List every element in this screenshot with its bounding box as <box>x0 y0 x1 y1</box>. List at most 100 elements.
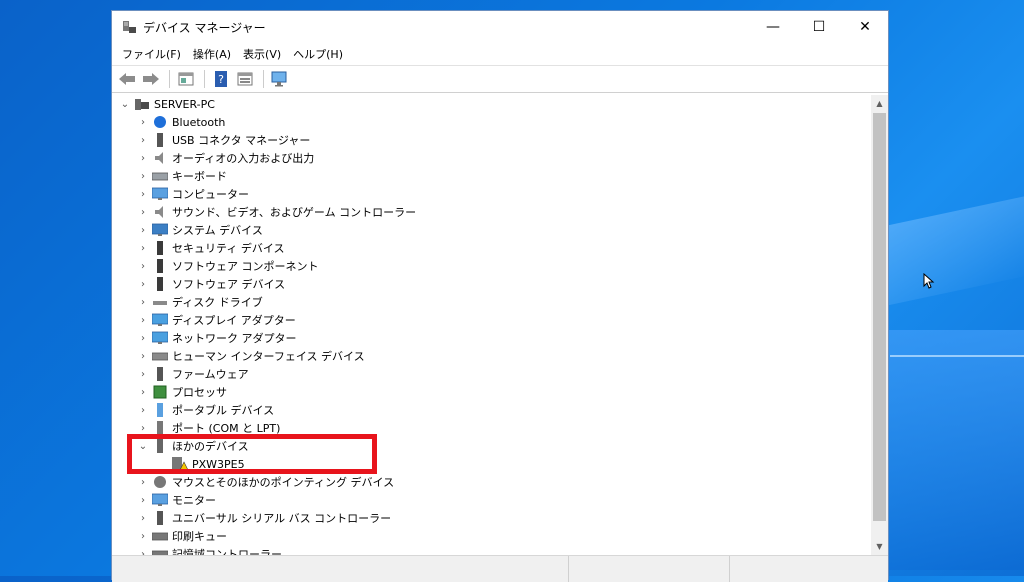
computer-icon <box>135 99 149 110</box>
tree-category-item[interactable]: › ディスク ドライブ <box>112 293 872 311</box>
menu-view[interactable]: 表示(V) <box>237 46 287 62</box>
monitor-icon <box>152 493 168 506</box>
expand-chevron-icon[interactable]: › <box>136 513 150 524</box>
tree-category-item[interactable]: › USB コネクタ マネージャー <box>112 131 872 149</box>
properties-button[interactable] <box>175 68 197 90</box>
tree-root-label: SERVER-PC <box>154 97 215 111</box>
help-button[interactable]: ? <box>210 68 232 90</box>
scroll-up-arrow-icon[interactable]: ▲ <box>871 95 888 112</box>
expand-chevron-icon[interactable]: › <box>136 369 150 380</box>
back-button[interactable] <box>116 68 138 90</box>
tree-category-item[interactable]: › モニター <box>112 491 872 509</box>
tree-category-item[interactable]: › ソフトウェア コンポーネント <box>112 257 872 275</box>
expand-chevron-icon[interactable]: › <box>136 315 150 326</box>
device-manager-window: デバイス マネージャー — ☐ ✕ ファイル(F) 操作(A) 表示(V) ヘル… <box>111 10 889 582</box>
expand-chevron-icon[interactable]: › <box>136 351 150 362</box>
expand-chevron-icon[interactable]: › <box>136 153 150 164</box>
tree-category-item[interactable]: › オーディオの入力および出力 <box>112 149 872 167</box>
expand-chevron-icon[interactable]: › <box>136 279 150 290</box>
device-tree: ⌄ SERVER-PC › Bluetooth › USB コネクタ マネージャー › オ… <box>112 95 872 555</box>
menu-action[interactable]: 操作(A) <box>187 46 237 62</box>
menu-file[interactable]: ファイル(F) <box>116 46 187 62</box>
expand-chevron-icon[interactable]: › <box>136 477 150 488</box>
svg-text:?: ? <box>218 73 224 86</box>
expand-chevron-icon[interactable]: › <box>136 171 150 182</box>
expand-chevron-icon[interactable]: › <box>136 135 150 146</box>
scroll-down-arrow-icon[interactable]: ▼ <box>871 538 888 555</box>
expand-chevron-icon[interactable]: › <box>136 495 150 506</box>
tree-category-item[interactable]: › プロセッサ <box>112 383 872 401</box>
expand-chevron-icon[interactable]: › <box>136 405 150 416</box>
tree-category-item[interactable]: › キーボード <box>112 167 872 185</box>
computer-icon <box>152 187 168 200</box>
software-icon <box>157 277 163 291</box>
tree-category-item[interactable]: › 印刷キュー <box>112 527 872 545</box>
tree-item-label: Bluetooth <box>172 115 226 129</box>
system-icon <box>152 223 168 236</box>
tree-category-item[interactable]: › ヒューマン インターフェイス デバイス <box>112 347 872 365</box>
tree-category-item[interactable]: › 記憶域コントローラー <box>112 545 872 555</box>
tree-item-label: キーボード <box>172 170 227 183</box>
speaker-icon <box>155 206 163 218</box>
forward-icon <box>143 73 159 85</box>
tree-item-label: プロセッサ <box>172 386 227 399</box>
tree-category-item[interactable]: › ポータブル デバイス <box>112 401 872 419</box>
speaker-icon <box>155 152 163 164</box>
maximize-button[interactable]: ☐ <box>796 11 842 43</box>
tree-category-item[interactable]: › サウンド、ビデオ、およびゲーム コントローラー <box>112 203 872 221</box>
scan-hardware-button[interactable] <box>269 68 291 90</box>
tree-root[interactable]: ⌄ SERVER-PC <box>112 95 872 113</box>
processor-icon <box>153 385 167 399</box>
forward-button[interactable] <box>140 68 162 90</box>
toolbar-separator <box>263 70 264 88</box>
tree-item-label: 記憶域コントローラー <box>172 548 282 555</box>
vertical-scrollbar[interactable]: ▲ ▼ <box>871 95 888 555</box>
minimize-button[interactable]: — <box>750 11 796 43</box>
status-bar <box>112 555 888 582</box>
network-icon <box>152 331 168 344</box>
toolbar-separator <box>169 70 170 88</box>
tree-item-label: オーディオの入力および出力 <box>172 152 315 165</box>
expand-chevron-icon[interactable]: › <box>136 117 150 128</box>
tree-category-item[interactable]: › システム デバイス <box>112 221 872 239</box>
expand-chevron-icon[interactable]: › <box>136 297 150 308</box>
expand-chevron-icon[interactable]: › <box>136 225 150 236</box>
expand-chevron-icon[interactable]: › <box>136 531 150 542</box>
tree-item-label: ディスク ドライブ <box>172 296 263 309</box>
tree-category-item[interactable]: › ユニバーサル シリアル バス コントローラー <box>112 509 872 527</box>
properties-icon <box>178 72 194 86</box>
port-icon <box>157 421 163 435</box>
tree-category-item[interactable]: › マウスとそのほかのポインティング デバイス <box>112 473 872 491</box>
tree-category-item[interactable]: › ネットワーク アダプター <box>112 329 872 347</box>
toolbar: ? <box>112 65 888 93</box>
keyboard-icon <box>152 172 168 181</box>
expand-chevron-icon[interactable]: › <box>136 243 150 254</box>
tree-category-item[interactable]: › ファームウェア <box>112 365 872 383</box>
security-icon <box>157 241 163 255</box>
tree-category-item[interactable]: › ソフトウェア デバイス <box>112 275 872 293</box>
menu-help[interactable]: ヘルプ(H) <box>287 46 349 62</box>
usb-icon <box>157 133 163 147</box>
red-highlight-box <box>127 434 377 474</box>
view-button[interactable] <box>234 68 256 90</box>
expand-chevron-icon[interactable]: › <box>136 333 150 344</box>
tree-item-label: ソフトウェア コンポーネント <box>172 260 319 273</box>
expand-chevron-icon[interactable]: › <box>136 387 150 398</box>
tree-category-item[interactable]: › Bluetooth <box>112 113 872 131</box>
scroll-thumb[interactable] <box>873 113 886 521</box>
expand-chevron-icon[interactable]: › <box>136 207 150 218</box>
expand-chevron-icon[interactable]: › <box>136 423 150 434</box>
firmware-icon <box>157 367 163 381</box>
collapse-chevron-icon[interactable]: ⌄ <box>118 99 132 110</box>
tree-category-item[interactable]: › ディスプレイ アダプター <box>112 311 872 329</box>
tree-category-item[interactable]: › コンピューター <box>112 185 872 203</box>
tree-item-label: ネットワーク アダプター <box>172 332 297 345</box>
tree-category-item[interactable]: › セキュリティ デバイス <box>112 239 872 257</box>
expand-chevron-icon[interactable]: › <box>136 189 150 200</box>
back-icon <box>119 73 135 85</box>
desktop-light-beam <box>880 192 1024 308</box>
status-pane <box>569 556 730 582</box>
close-button[interactable]: ✕ <box>842 11 888 43</box>
title-bar[interactable]: デバイス マネージャー — ☐ ✕ <box>112 11 888 43</box>
expand-chevron-icon[interactable]: › <box>136 261 150 272</box>
